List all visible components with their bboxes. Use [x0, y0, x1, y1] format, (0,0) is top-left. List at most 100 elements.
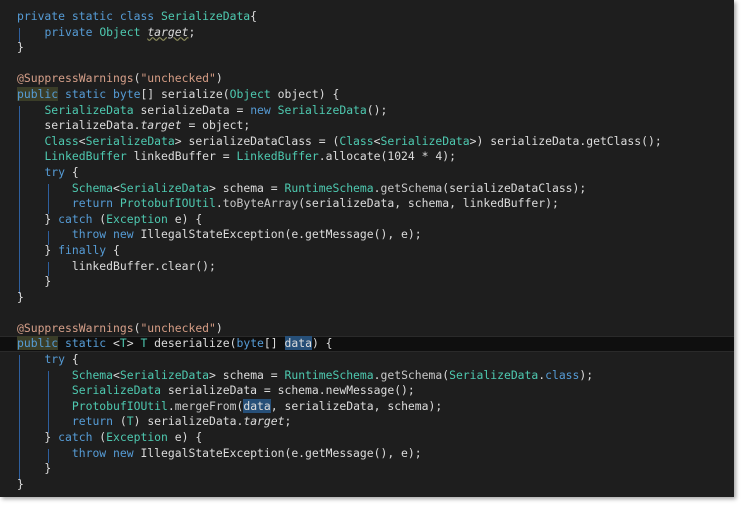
keyword: finally: [58, 242, 107, 257]
code-line[interactable]: private static class SerializeData{: [17, 9, 734, 25]
keyword: return: [71, 414, 114, 429]
type-name: T: [126, 414, 134, 429]
code-line[interactable]: } finally {: [17, 243, 734, 259]
code-line[interactable]: throw new IllegalStateException(e.getMes…: [17, 227, 734, 243]
type-name: Object: [229, 86, 271, 101]
keyword: return: [71, 196, 120, 211]
code-text: }: [17, 461, 52, 476]
code-text: {: [106, 242, 120, 257]
code-text: <: [113, 180, 120, 195]
code-line[interactable]: }: [17, 40, 734, 56]
code-text: (serializeDataClass);: [442, 180, 587, 195]
code-line[interactable]: } catch (Exception e) {: [17, 212, 734, 228]
type-name: Schema: [71, 180, 114, 195]
code-line[interactable]: [17, 56, 734, 72]
type-name: SerializeData: [380, 133, 470, 148]
code-text: }: [17, 476, 24, 491]
code-line-current[interactable]: public static <T> T deserialize(byte[] d…: [0, 336, 734, 353]
code-line[interactable]: } catch (Exception e) {: [17, 430, 734, 446]
code-line[interactable]: }: [17, 477, 734, 493]
code-line[interactable]: LinkedBuffer linkedBuffer = LinkedBuffer…: [17, 149, 734, 165]
code-text: {: [65, 164, 79, 179]
type-name: Object: [99, 24, 148, 39]
code-text: <: [113, 367, 120, 382]
type-name: SerializeData: [119, 367, 210, 382]
code-line[interactable]: Schema<SerializeData> schema = RuntimeSc…: [17, 368, 734, 384]
code-text: ;: [284, 414, 292, 429]
code-line[interactable]: private Object target;: [17, 25, 734, 41]
code-text: = object;: [181, 118, 251, 133]
method-name: toByteArray: [222, 196, 299, 211]
keyword-highlighted: public: [17, 86, 59, 101]
identifier-highlighted: data: [243, 398, 271, 413]
keyword: catch: [58, 211, 93, 226]
code-text: <: [113, 336, 120, 351]
keyword: class: [545, 367, 580, 382]
keyword: try: [44, 164, 66, 179]
code-line[interactable]: ProtobufIOUtil.mergeFrom(data, serialize…: [17, 398, 734, 415]
code-text: deserialize(: [147, 336, 237, 351]
code-text: }: [17, 430, 59, 445]
code-line[interactable]: public static byte[] serialize(Object ob…: [17, 86, 734, 103]
code-line[interactable]: SerializeData serializeData = schema.new…: [17, 383, 734, 399]
code-line[interactable]: serializeData.target = object;: [17, 118, 734, 134]
code-editor[interactable]: private static class SerializeData{ priv…: [0, 0, 734, 497]
keyword: private: [44, 24, 100, 39]
code-text: }: [17, 274, 52, 289]
code-line[interactable]: Class<SerializeData> serializeDataClass …: [17, 134, 734, 150]
code-line[interactable]: throw new IllegalStateException(e.getMes…: [17, 446, 734, 462]
method-name: mergeFrom: [174, 398, 237, 413]
code-text: >: [126, 336, 141, 351]
code-text: {: [250, 9, 258, 23]
type-name: LinkedBuffer: [44, 149, 127, 164]
code-text: > serializeDataClass = (: [174, 133, 340, 148]
code-text: (serializeData, schema, linkedBuffer);: [298, 196, 559, 211]
code-line[interactable]: Schema<SerializeData> schema = RuntimeSc…: [17, 181, 734, 197]
code-line[interactable]: @SuppressWarnings("unchecked"): [17, 71, 734, 87]
code-line[interactable]: return (T) serializeData.target;: [17, 414, 734, 430]
code-text: []: [263, 336, 285, 351]
code-text: .: [373, 367, 381, 382]
code-area[interactable]: private static class SerializeData{ priv…: [0, 9, 734, 493]
type-name: Class: [339, 133, 374, 148]
keyword: static byte: [58, 86, 141, 101]
code-line[interactable]: return ProtobufIOUtil.toByteArray(serial…: [17, 196, 734, 212]
code-line[interactable]: @SuppressWarnings("unchecked"): [17, 321, 734, 337]
type-name: Exception: [106, 211, 168, 226]
code-text: }: [17, 289, 24, 304]
code-line[interactable]: }: [17, 290, 734, 306]
code-text: ) serializeData.: [133, 414, 244, 429]
keyword: throw new: [71, 445, 141, 460]
code-line[interactable]: }: [17, 461, 734, 477]
code-line[interactable]: [17, 305, 734, 321]
code-line[interactable]: try {: [17, 352, 734, 368]
code-text: .: [167, 398, 175, 413]
code-text: [] serialize(: [140, 86, 230, 101]
code-text: > schema =: [209, 180, 285, 195]
code-text: .: [215, 196, 223, 211]
code-text: IllegalStateException(e.getMessage(), e)…: [140, 445, 422, 460]
code-text: );: [579, 367, 594, 382]
type-name: ProtobufIOUtil: [71, 398, 168, 413]
code-line[interactable]: linkedBuffer.clear();: [17, 259, 734, 275]
field-name-warning: target: [147, 24, 189, 39]
code-text: linkedBuffer =: [126, 149, 237, 164]
code-text: }: [17, 40, 24, 55]
code-text: e) {: [167, 430, 203, 445]
code-text: linkedBuffer.clear();: [17, 258, 216, 273]
code-text: , serializeData, schema);: [270, 398, 443, 413]
string-literal: "unchecked": [140, 320, 216, 335]
code-line[interactable]: }: [17, 274, 734, 290]
code-line[interactable]: try {: [17, 165, 734, 181]
code-line[interactable]: SerializeData serializeData = new Serial…: [17, 103, 734, 119]
code-text: .: [373, 180, 381, 195]
type-name: SerializeData: [44, 102, 134, 117]
keyword: catch: [58, 430, 93, 445]
